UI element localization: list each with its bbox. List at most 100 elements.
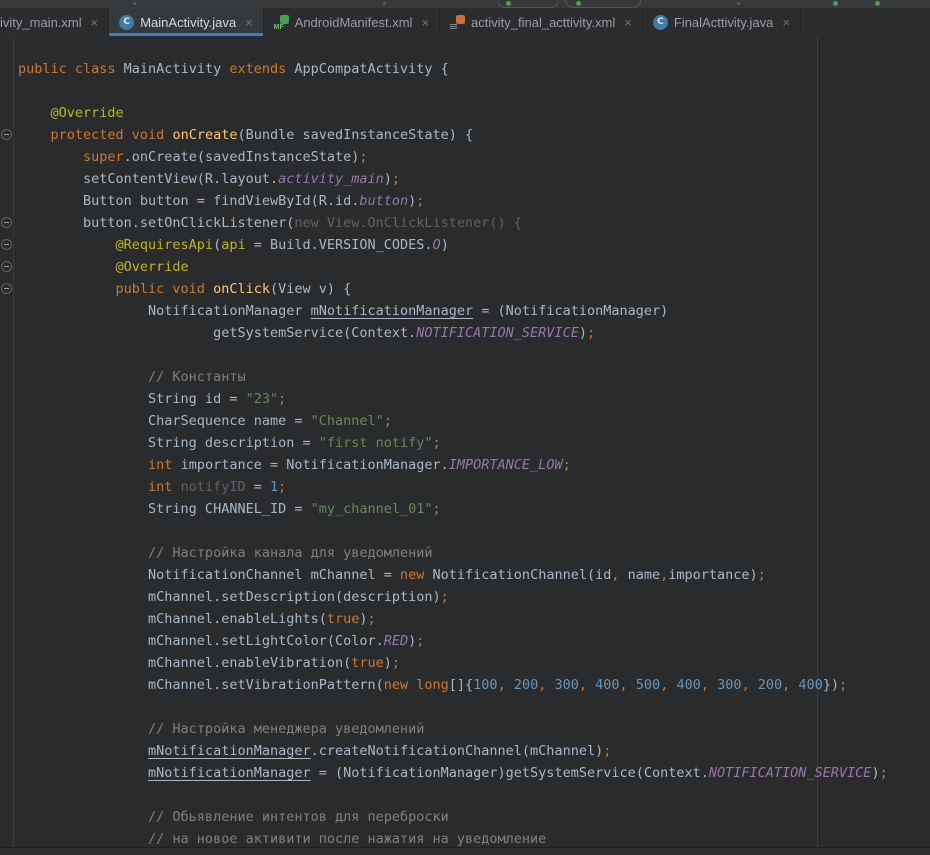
code-line[interactable]: String description = "first notify"; xyxy=(18,432,888,454)
status-dot-icon xyxy=(576,1,581,6)
code-token: ; xyxy=(880,765,888,781)
code-line[interactable]: NotificationChannel mChannel = new Notif… xyxy=(18,564,888,586)
code-line[interactable]: button.setOnClickListener(new View.OnCli… xyxy=(18,212,888,234)
code-line[interactable]: // Настройка канала для уведомлений xyxy=(18,542,888,564)
editor-tab-androidmanifest-xml[interactable]: MFAndroidManifest.xml× xyxy=(264,8,440,36)
code-token: ) xyxy=(579,325,587,341)
editor-tab-finalacttivity-java[interactable]: CFinalActtivity.java× xyxy=(643,8,801,36)
code-token: ; xyxy=(392,171,400,187)
code-line[interactable]: mChannel.enableVibration(true); xyxy=(18,652,888,674)
code-token: api xyxy=(221,237,245,253)
code-token: .onCreate(savedInstanceState) xyxy=(124,149,360,165)
code-line[interactable]: mNotificationManager.createNotificationC… xyxy=(18,740,888,762)
code-token: mChannel.setDescription(description) xyxy=(18,589,441,605)
code-line[interactable] xyxy=(18,520,888,542)
code-token: RED xyxy=(384,633,408,649)
code-line[interactable]: protected void onCreate(Bundle savedInst… xyxy=(18,124,888,146)
code-token: String description = xyxy=(18,435,319,451)
editor-tab-mainactivity-java[interactable]: CMainActivity.java× xyxy=(109,8,263,36)
code-line[interactable]: CharSequence name = "Channel"; xyxy=(18,410,888,432)
code-area[interactable]: public class MainActivity extends AppCom… xyxy=(0,36,888,850)
code-token: CharSequence name = xyxy=(18,413,311,429)
fold-marker-icon[interactable] xyxy=(1,283,12,294)
code-line[interactable]: Button button = findViewById(R.id.button… xyxy=(18,190,888,212)
toolbar-icon-tick xyxy=(133,2,136,5)
fold-marker-icon[interactable] xyxy=(1,217,12,228)
editor-tab-ivity-main-xml[interactable]: ivity_main.xml × xyxy=(0,8,109,36)
code-line[interactable]: mChannel.enableLights(true); xyxy=(18,608,888,630)
fold-marker-icon[interactable] xyxy=(1,239,12,250)
code-token: new View.OnClickListener() { xyxy=(294,215,522,231)
code-line[interactable]: getSystemService(Context.NOTIFICATION_SE… xyxy=(18,322,888,344)
tab-label: activity_final_acttivity.xml xyxy=(471,15,615,30)
close-icon[interactable]: × xyxy=(782,16,790,29)
code-token: NOTIFICATION_SERVICE xyxy=(416,325,579,341)
code-token: ; xyxy=(758,567,766,583)
close-icon[interactable]: × xyxy=(91,16,99,29)
code-token: 300 xyxy=(717,677,741,693)
code-token: ; xyxy=(603,743,611,759)
code-line[interactable]: String CHANNEL_ID = "my_channel_01"; xyxy=(18,498,888,520)
code-token: "my_channel_01" xyxy=(311,501,433,517)
code-token: // на новое активити после нажатия на ув… xyxy=(18,831,546,847)
code-token: public class xyxy=(18,61,124,77)
code-token: .createNotificationChannel(mChannel) xyxy=(311,743,604,759)
code-line[interactable]: mChannel.setLightColor(Color.RED); xyxy=(18,630,888,652)
code-line[interactable] xyxy=(18,696,888,718)
code-line[interactable]: mNotificationManager = (NotificationMana… xyxy=(18,762,888,784)
code-token: , xyxy=(538,677,554,693)
code-line[interactable]: mChannel.setDescription(description); xyxy=(18,586,888,608)
code-token: ( xyxy=(213,237,221,253)
tab-label: ivity_main.xml xyxy=(0,15,82,30)
code-token: setContentView(R.layout. xyxy=(18,171,278,187)
code-line[interactable]: mChannel.setVibrationPattern(new long[]{… xyxy=(18,674,888,696)
code-line[interactable]: @Override xyxy=(18,256,888,278)
code-line[interactable]: int importance = NotificationManager.IMP… xyxy=(18,454,888,476)
code-line[interactable]: @RequiresApi(api = Build.VERSION_CODES.O… xyxy=(18,234,888,256)
code-token: NotificationManager xyxy=(18,303,311,319)
code-token: = (NotificationManager) xyxy=(473,303,668,319)
code-token: MainActivity xyxy=(124,61,230,77)
code-token: extends xyxy=(229,61,294,77)
code-line[interactable]: // Обьявление интентов для переброски xyxy=(18,806,888,828)
code-line[interactable]: // Константы xyxy=(18,366,888,388)
code-token: new xyxy=(400,567,433,583)
editor-tab-activity-final-acttivity-xml[interactable]: activity_final_acttivity.xml × xyxy=(440,8,643,36)
close-icon[interactable]: × xyxy=(245,16,253,29)
code-line[interactable]: setContentView(R.layout.activity_main); xyxy=(18,168,888,190)
code-token: new long xyxy=(384,677,449,693)
code-token: ; xyxy=(416,193,424,209)
fold-marker-icon[interactable] xyxy=(1,261,12,272)
code-line[interactable]: @Override xyxy=(18,102,888,124)
code-token: public void xyxy=(18,281,213,297)
fold-marker-icon[interactable] xyxy=(1,129,12,140)
close-icon[interactable]: × xyxy=(421,16,429,29)
code-line[interactable]: super.onCreate(savedInstanceState); xyxy=(18,146,888,168)
code-editor[interactable]: public class MainActivity extends AppCom… xyxy=(0,36,930,855)
code-token: // Обьявление интентов для переброски xyxy=(18,809,449,825)
code-line[interactable]: public class MainActivity extends AppCom… xyxy=(18,58,888,80)
code-token: ) xyxy=(359,611,367,627)
code-token: 1 xyxy=(270,479,278,495)
code-line[interactable] xyxy=(18,80,888,102)
code-line[interactable] xyxy=(18,344,888,366)
code-token: protected void xyxy=(18,127,172,143)
tool-window-bar: TODOProblemsTerminalLogcatBuildProfilerA… xyxy=(0,847,930,855)
code-token: 400 xyxy=(798,677,822,693)
code-token: NOTIFICATION_SERVICE xyxy=(709,765,872,781)
code-token: ; xyxy=(384,413,392,429)
tab-label: MainActivity.java xyxy=(140,15,236,30)
code-line[interactable] xyxy=(18,784,888,806)
code-token: @RequiresApi xyxy=(18,237,213,253)
code-line[interactable]: // Настройка менеджера уведомлений xyxy=(18,718,888,740)
close-icon[interactable]: × xyxy=(624,16,632,29)
code-line[interactable]: public void onClick(View v) { xyxy=(18,278,888,300)
code-line[interactable]: String id = "23"; xyxy=(18,388,888,410)
code-line[interactable]: int notifyID = 1; xyxy=(18,476,888,498)
code-token: ; xyxy=(433,501,441,517)
run-icon xyxy=(506,1,511,6)
code-token: ; xyxy=(441,589,449,605)
code-token: ) xyxy=(384,655,392,671)
code-line[interactable]: NotificationManager mNotificationManager… xyxy=(18,300,888,322)
code-token: mChannel.setLightColor(Color. xyxy=(18,633,384,649)
